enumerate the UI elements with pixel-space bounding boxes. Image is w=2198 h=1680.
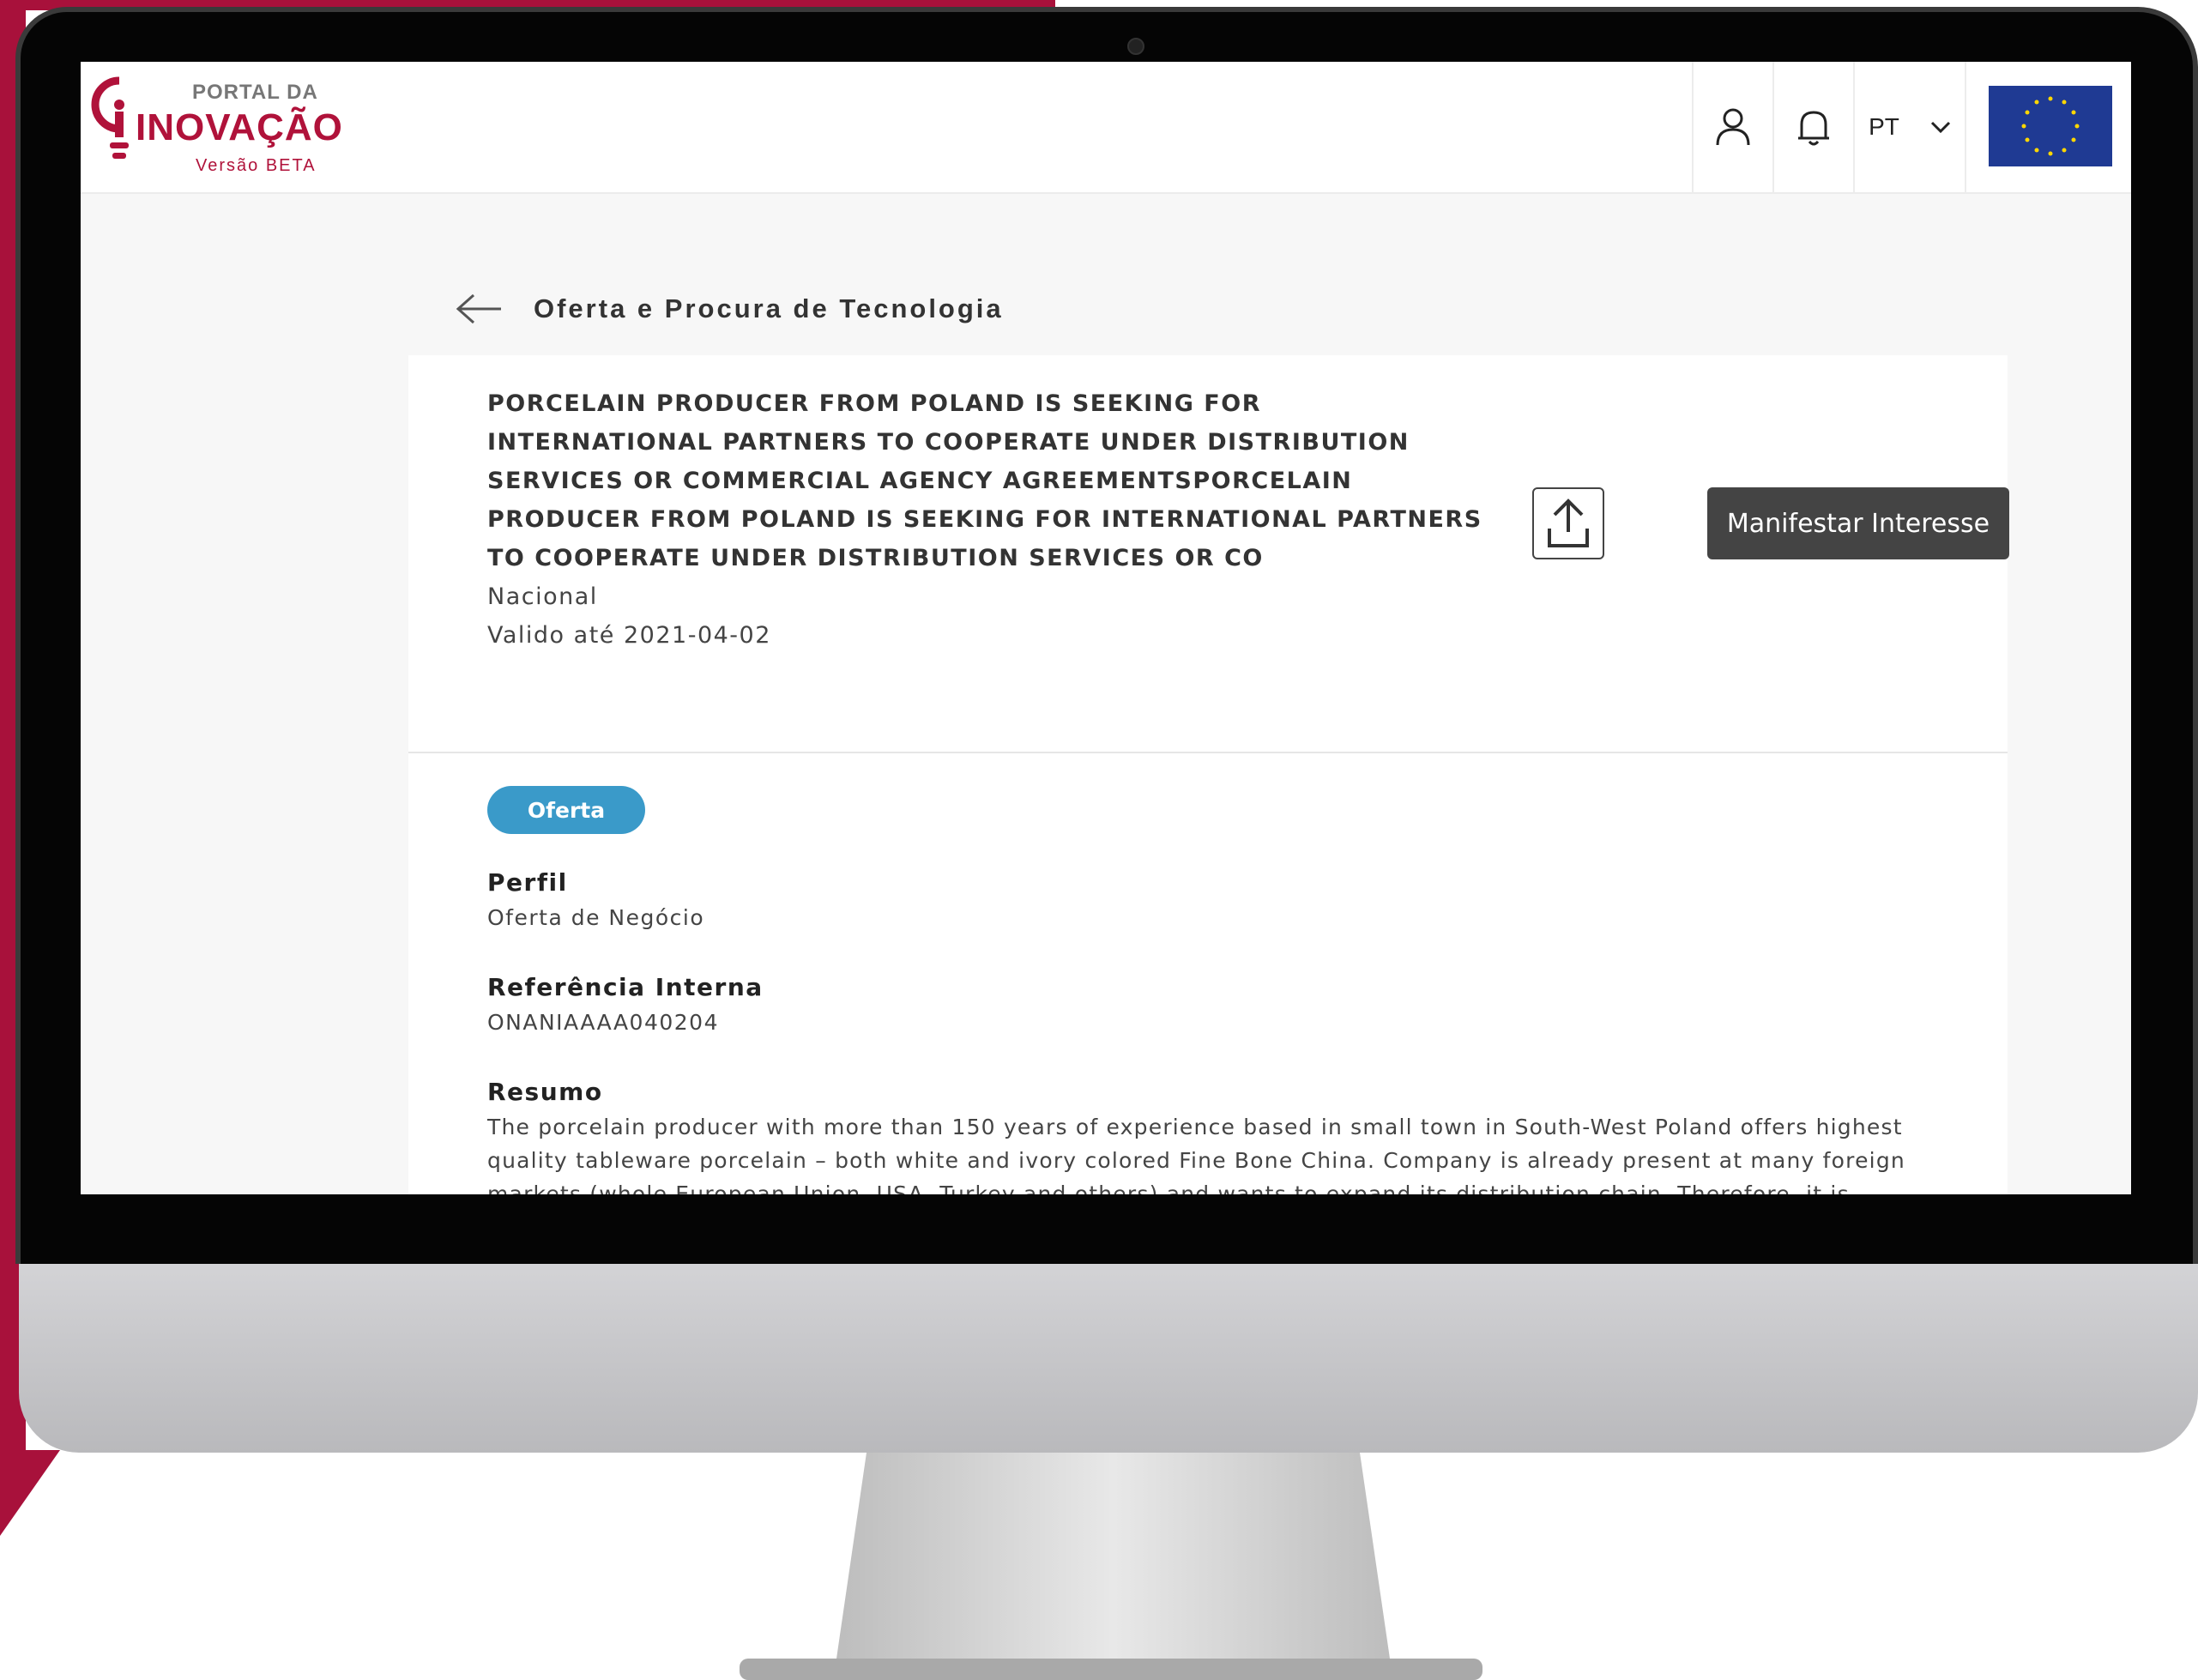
monitor-stand (740, 1453, 1482, 1680)
logo-sub-text: Versão BETA (196, 156, 317, 175)
offer-scope: Nacional (487, 583, 598, 610)
offer-title: PORCELAIN PRODUCER FROM POLAND IS SEEKIN… (487, 384, 1491, 655)
internal-reference-value: ONANIAAAA040204 (487, 1010, 719, 1035)
chevron-down-icon (1930, 121, 1950, 133)
offer-title-text: PORCELAIN PRODUCER FROM POLAND IS SEEKIN… (487, 390, 1482, 571)
eu-flag-icon (1989, 86, 2112, 166)
monitor-chin (19, 1264, 2198, 1453)
perfil-field: Perfil Oferta de Negócio (487, 865, 1946, 935)
notifications-button[interactable] (1772, 62, 1853, 192)
upload-share-icon (1548, 499, 1589, 547)
portal-logo[interactable]: PORTAL DA INOVAÇÃO Versão BETA (89, 69, 364, 189)
offer-valid-until: Valido até 2021-04-02 (487, 622, 771, 649)
language-label: PT (1869, 113, 1899, 140)
app-screen: PORTAL DA INOVAÇÃO Versão BETA PT Oferta… (81, 62, 2131, 1194)
logo-top-text: PORTAL DA (192, 81, 318, 104)
webcam-icon (1127, 38, 1144, 55)
internal-reference-field: Referência Interna ONANIAAAA040204 (487, 970, 1946, 1040)
top-header: PORTAL DA INOVAÇÃO Versão BETA PT (81, 62, 2131, 194)
perfil-value: Oferta de Negócio (487, 905, 705, 930)
breadcrumb: Oferta e Procura de Tecnologia (455, 283, 1004, 335)
summary-text: The porcelain producer with more than 15… (487, 1115, 1905, 1194)
offer-type-badge: Oferta (487, 786, 645, 834)
internal-reference-label: Referência Interna (487, 973, 764, 1001)
offer-card: PORCELAIN PRODUCER FROM POLAND IS SEEKIN… (408, 355, 2009, 1194)
summary-label: Resumo (487, 1078, 603, 1106)
bell-icon (1798, 111, 1829, 146)
offer-card-header: PORCELAIN PRODUCER FROM POLAND IS SEEKIN… (408, 355, 2009, 753)
page-title: Oferta e Procura de Tecnologia (534, 293, 1004, 323)
arrow-left-icon[interactable] (455, 292, 503, 326)
logo-main-text: INOVAÇÃO (136, 106, 343, 148)
share-button[interactable] (1532, 487, 1604, 559)
language-selector[interactable]: PT (1853, 62, 1966, 192)
summary-field: Resumo The porcelain producer with more … (487, 1074, 1946, 1194)
manifest-interest-button[interactable]: Manifestar Interesse (1707, 487, 2009, 559)
user-icon (1716, 108, 1750, 146)
user-button[interactable] (1692, 62, 1772, 192)
perfil-label: Perfil (487, 868, 568, 897)
